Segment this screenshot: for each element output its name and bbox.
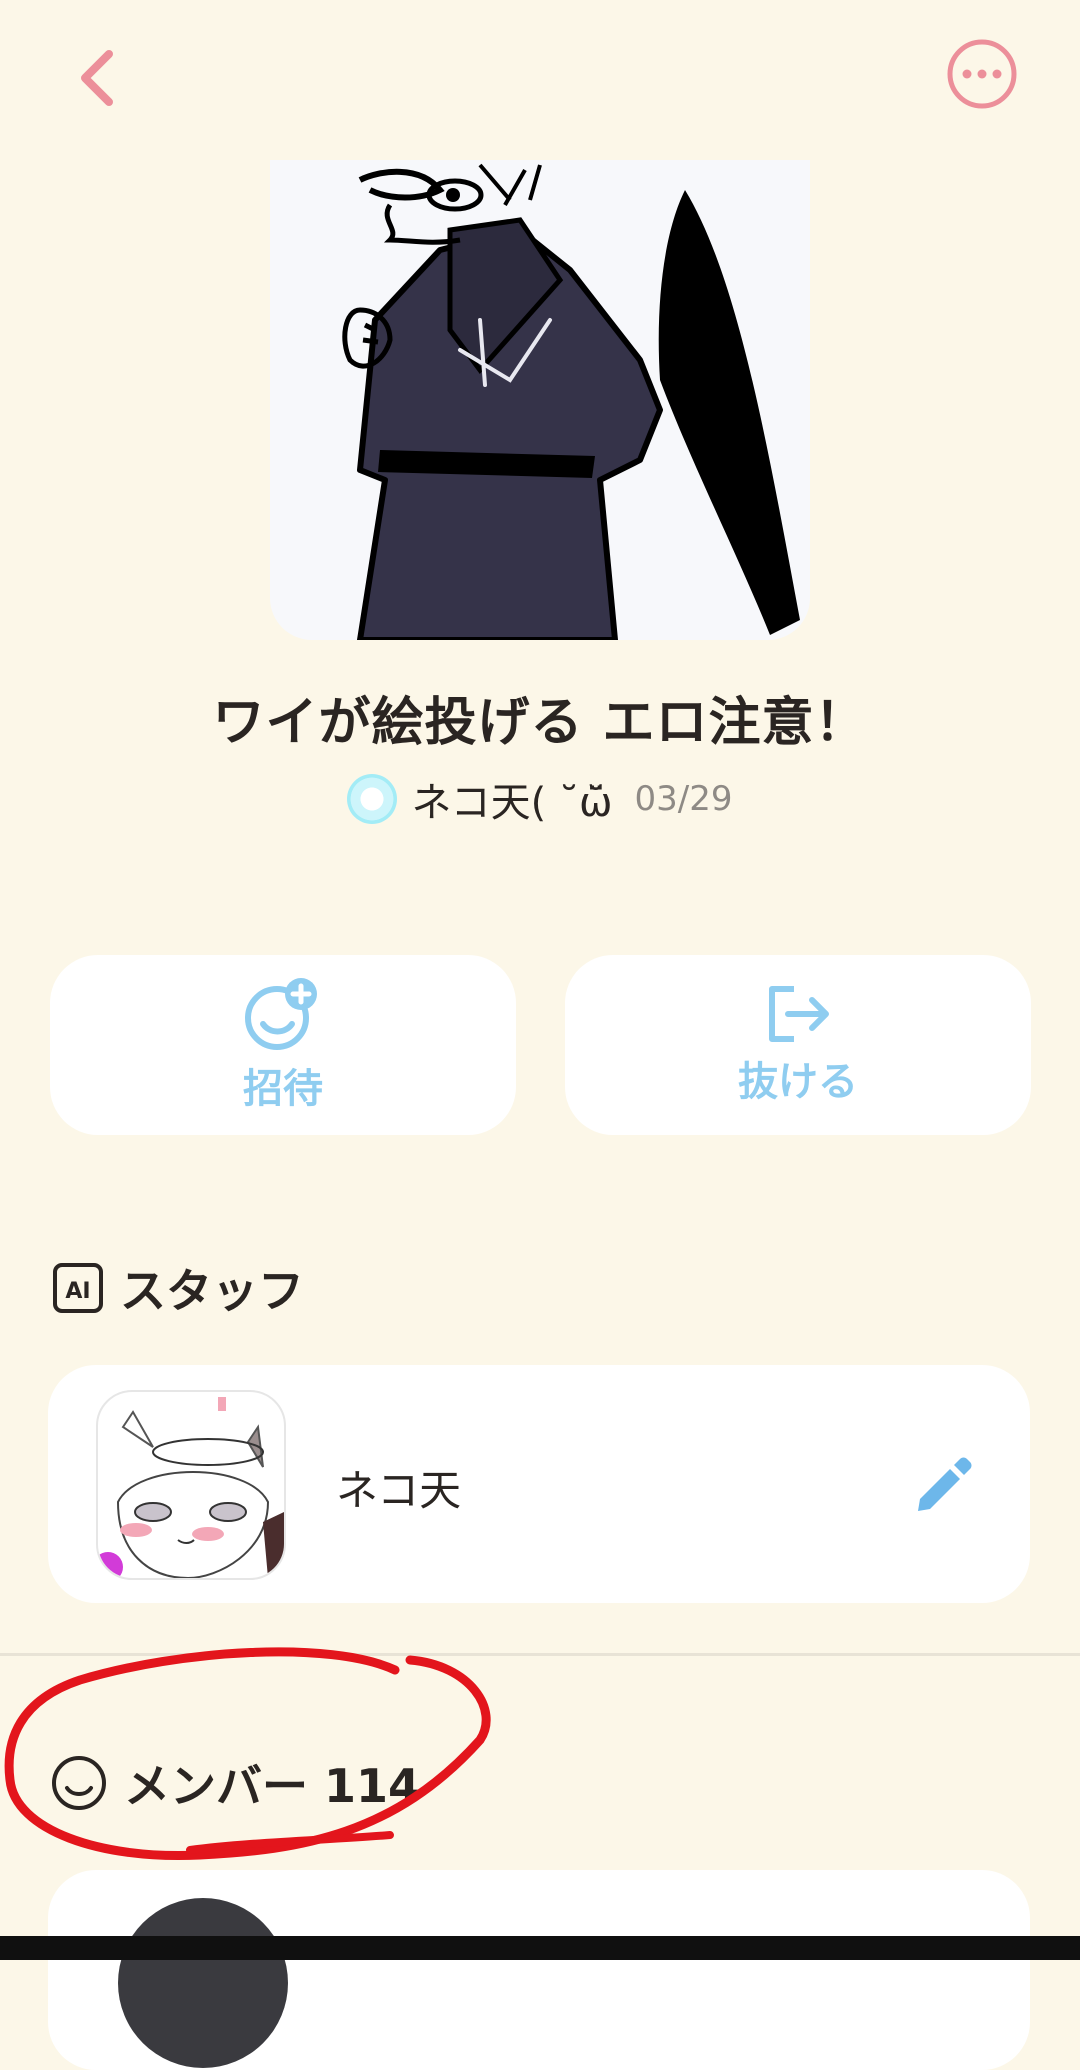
staff-avatar xyxy=(96,1390,286,1580)
more-options-button[interactable] xyxy=(946,38,1018,110)
group-cover-image xyxy=(270,160,810,640)
leave-label: 抜ける xyxy=(738,1059,858,1105)
member-list-item[interactable] xyxy=(48,1870,1030,2070)
more-horizontal-icon xyxy=(947,39,1017,109)
edit-staff-button[interactable] xyxy=(910,1453,974,1517)
annotation-circle xyxy=(4,1647,491,1861)
ai-badge-icon: AI xyxy=(53,1263,103,1313)
invite-button[interactable]: 招待 xyxy=(50,955,516,1135)
staff-heading-label: スタッフ xyxy=(120,1264,304,1318)
svg-text:AI: AI xyxy=(65,1279,90,1304)
add-user-smile-icon xyxy=(245,978,317,1050)
pencil-icon xyxy=(918,1457,972,1511)
owner-avatar xyxy=(347,774,398,824)
owner-name: ネコ天( ˘ω̆̈ xyxy=(411,780,613,826)
group-owner-row[interactable]: ネコ天( ˘ω̆̈ 03/29 xyxy=(0,770,1080,828)
created-date: 03/29 xyxy=(634,779,733,819)
leave-button[interactable]: 抜ける xyxy=(565,955,1031,1135)
member-avatar xyxy=(118,1898,288,2068)
back-button[interactable] xyxy=(62,38,132,118)
staff-name: ネコ天 xyxy=(336,1466,462,1515)
system-navigation-bar xyxy=(0,1936,1080,1960)
chevron-left-icon xyxy=(81,50,113,106)
invite-label: 招待 xyxy=(243,1066,323,1112)
staff-list-item[interactable]: ネコ天 xyxy=(48,1365,1030,1603)
exit-icon xyxy=(769,986,829,1042)
staff-section-heading: AI スタッフ xyxy=(52,1255,304,1321)
group-title: ワイが絵投げる エロ注意！ xyxy=(212,693,868,753)
